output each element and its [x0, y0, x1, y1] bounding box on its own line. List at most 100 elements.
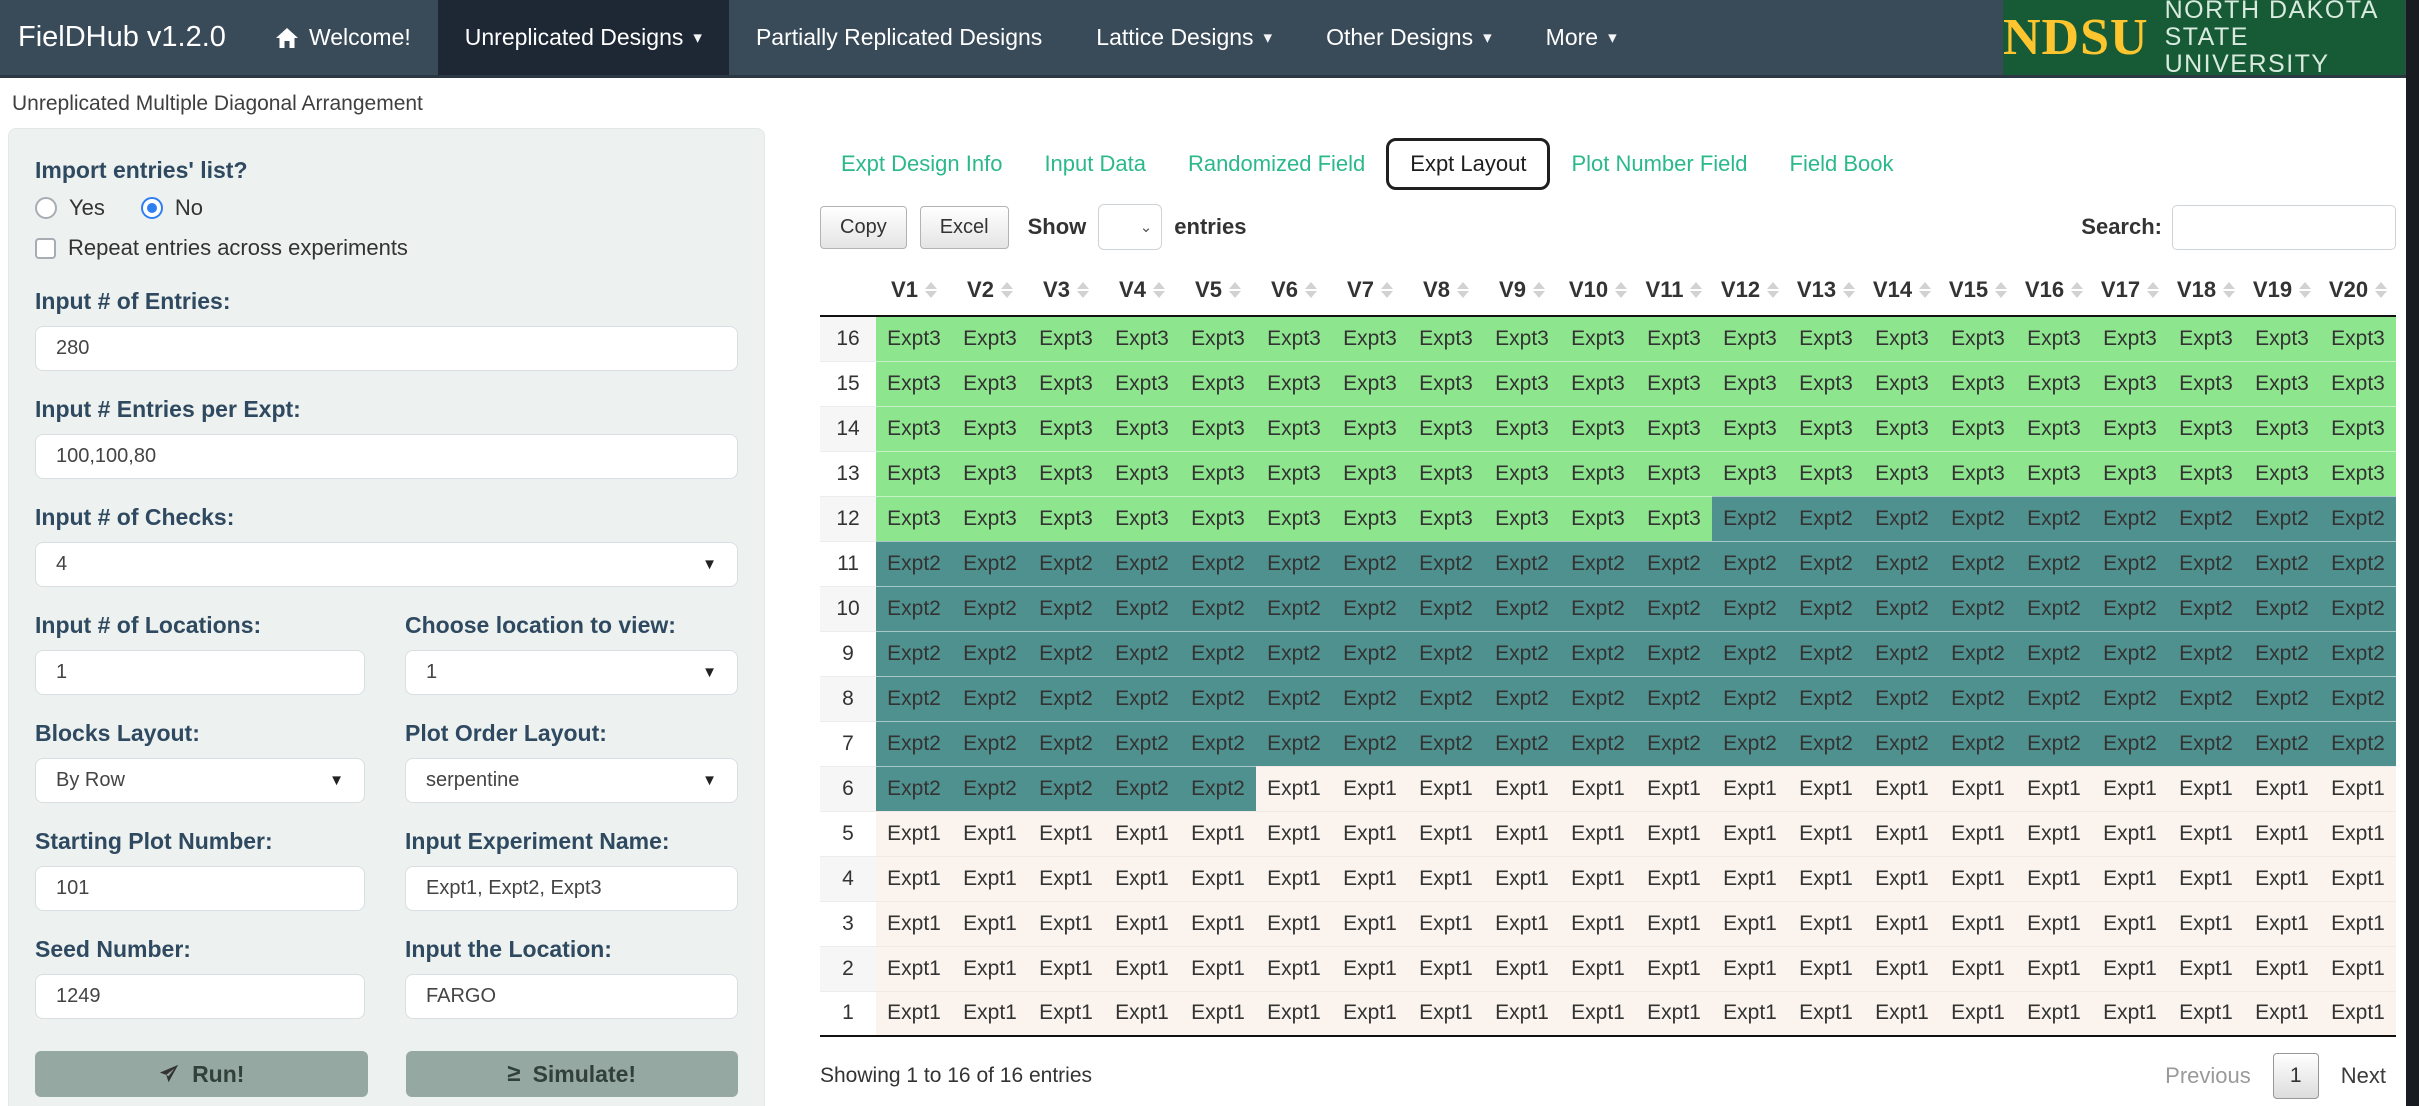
plot-cell: Expt1 [2244, 991, 2320, 1036]
simulate-button[interactable]: ≥ Simulate! [406, 1051, 739, 1097]
plot-cell: Expt1 [2320, 946, 2396, 991]
column-header-v10[interactable]: V10 [1560, 264, 1636, 316]
import-no-radio[interactable]: No [141, 195, 203, 221]
excel-button[interactable]: Excel [920, 206, 1009, 249]
scrollbar[interactable] [2406, 0, 2419, 1106]
tab-randomized-field[interactable]: Randomized Field [1167, 141, 1386, 187]
row-number: 12 [820, 496, 876, 541]
plot-cell: Expt1 [2092, 856, 2168, 901]
caret-down-icon: ▼ [702, 772, 717, 789]
next-page-button[interactable]: Next [2341, 1063, 2386, 1089]
plot-cell: Expt3 [876, 361, 952, 406]
plot-cell: Expt1 [1180, 856, 1256, 901]
nav-item-unreplicated-designs[interactable]: Unreplicated Designs ▾ [438, 0, 729, 75]
import-yes-radio[interactable]: Yes [35, 195, 105, 221]
column-header-v20[interactable]: V20 [2320, 264, 2396, 316]
select-value: 4 [56, 553, 67, 576]
column-header-label: V9 [1499, 277, 1526, 303]
plot-order-select[interactable]: serpentine ▼ [405, 758, 738, 803]
column-header-v16[interactable]: V16 [2016, 264, 2092, 316]
page-1-button[interactable]: 1 [2273, 1053, 2319, 1099]
tab-input-data[interactable]: Input Data [1023, 141, 1167, 187]
search-input[interactable] [2172, 205, 2396, 250]
plot-cell: Expt3 [1484, 406, 1560, 451]
plot-cell: Expt1 [952, 811, 1028, 856]
sort-icon [1615, 282, 1627, 298]
plot-cell: Expt3 [1028, 451, 1104, 496]
seed-number-input[interactable] [35, 974, 365, 1019]
plot-cell: Expt1 [2168, 856, 2244, 901]
plot-cell: Expt2 [2016, 586, 2092, 631]
location-input[interactable] [405, 974, 738, 1019]
row-number: 2 [820, 946, 876, 991]
page-length-select[interactable]: ⌄ [1098, 204, 1162, 250]
column-header-v18[interactable]: V18 [2168, 264, 2244, 316]
plot-cell: Expt2 [1864, 496, 1940, 541]
column-header-label: V13 [1797, 277, 1836, 303]
simulate-button-label: Simulate! [533, 1061, 637, 1088]
column-header-v1[interactable]: V1 [876, 264, 952, 316]
plot-cell: Expt2 [2244, 631, 2320, 676]
previous-page-button[interactable]: Previous [2165, 1063, 2251, 1089]
copy-button[interactable]: Copy [820, 206, 907, 249]
plot-cell: Expt1 [1712, 811, 1788, 856]
run-button[interactable]: Run! [35, 1051, 368, 1097]
sort-icon [1229, 282, 1241, 298]
plot-cell: Expt3 [952, 451, 1028, 496]
nav-item-partially-replicated-designs[interactable]: Partially Replicated Designs [729, 0, 1069, 75]
column-header-label: V3 [1043, 277, 1070, 303]
plot-cell: Expt1 [2320, 991, 2396, 1036]
column-header-v5[interactable]: V5 [1180, 264, 1256, 316]
nav-item-welcome[interactable]: Welcome! [248, 0, 438, 75]
plot-cell: Expt2 [1408, 586, 1484, 631]
plot-cell: Expt1 [952, 856, 1028, 901]
repeat-entries-checkbox[interactable]: Repeat entries across experiments [35, 235, 738, 261]
column-header-v13[interactable]: V13 [1788, 264, 1864, 316]
column-header-v8[interactable]: V8 [1408, 264, 1484, 316]
plot-cell: Expt3 [1940, 406, 2016, 451]
plot-cell: Expt3 [1560, 496, 1636, 541]
num-locations-input[interactable] [35, 650, 365, 695]
nav-item-lattice-designs[interactable]: Lattice Designs ▾ [1069, 0, 1299, 75]
plot-cell: Expt3 [1408, 451, 1484, 496]
column-header-label: V7 [1347, 277, 1374, 303]
plot-cell: Expt2 [1940, 676, 2016, 721]
plot-cell: Expt2 [876, 541, 952, 586]
home-icon [275, 26, 299, 50]
column-header-v15[interactable]: V15 [1940, 264, 2016, 316]
column-header-v6[interactable]: V6 [1256, 264, 1332, 316]
plot-cell: Expt3 [2168, 361, 2244, 406]
location-input-label: Input the Location: [405, 936, 738, 963]
column-header-v3[interactable]: V3 [1028, 264, 1104, 316]
plot-cell: Expt2 [2320, 496, 2396, 541]
column-header-v12[interactable]: V12 [1712, 264, 1788, 316]
num-entries-input[interactable] [35, 326, 738, 371]
nav-item-other-designs[interactable]: Other Designs ▾ [1299, 0, 1519, 75]
sort-icon [925, 282, 937, 298]
blocks-layout-select[interactable]: By Row ▼ [35, 758, 365, 803]
plot-cell: Expt2 [1332, 631, 1408, 676]
starting-plot-input[interactable] [35, 866, 365, 911]
nav-item-label: More [1546, 24, 1598, 51]
column-header-v19[interactable]: V19 [2244, 264, 2320, 316]
column-header-v17[interactable]: V17 [2092, 264, 2168, 316]
plot-cell: Expt1 [1408, 901, 1484, 946]
plot-cell: Expt2 [1180, 766, 1256, 811]
column-header-v14[interactable]: V14 [1864, 264, 1940, 316]
location-view-select[interactable]: 1 ▼ [405, 650, 738, 695]
column-header-v9[interactable]: V9 [1484, 264, 1560, 316]
column-header-v2[interactable]: V2 [952, 264, 1028, 316]
nav-item-more[interactable]: More ▾ [1519, 0, 1644, 75]
entries-per-expt-input[interactable] [35, 434, 738, 479]
column-header-v11[interactable]: V11 [1636, 264, 1712, 316]
column-header-v7[interactable]: V7 [1332, 264, 1408, 316]
tab-plot-number-field[interactable]: Plot Number Field [1550, 141, 1768, 187]
app-window: FielDHub v1.2.0 Welcome! Unreplicated De… [0, 0, 2419, 1106]
experiment-name-input[interactable] [405, 866, 738, 911]
column-header-label: V14 [1873, 277, 1912, 303]
tab-expt-design-info[interactable]: Expt Design Info [820, 141, 1023, 187]
tab-field-book[interactable]: Field Book [1769, 141, 1915, 187]
column-header-v4[interactable]: V4 [1104, 264, 1180, 316]
tab-expt-layout[interactable]: Expt Layout [1386, 138, 1550, 190]
num-checks-select[interactable]: 4 ▼ [35, 542, 738, 587]
